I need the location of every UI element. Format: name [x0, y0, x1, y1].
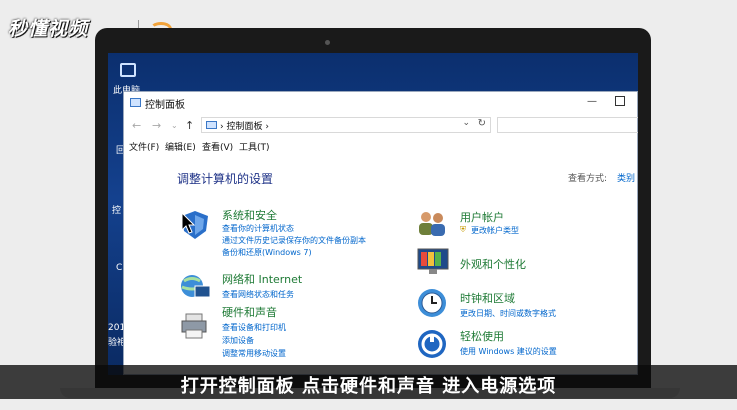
printer-icon[interactable]: [179, 310, 211, 340]
desktop-text: 控: [112, 206, 122, 216]
search-input[interactable]: [497, 117, 638, 133]
category-ease-of-access[interactable]: 轻松使用: [460, 328, 504, 344]
minimize-button[interactable]: —: [587, 96, 597, 107]
link-network-status[interactable]: 查看网络状态和任务: [222, 289, 294, 300]
menu-bar: 文件(F) 编辑(E) 查看(V) 工具(T): [124, 138, 637, 154]
subtitle-text: 打开控制面板 点击硬件和声音 进入电源选项: [180, 376, 557, 397]
category-network[interactable]: 网络和 Internet: [222, 271, 302, 287]
control-panel-icon: [130, 98, 141, 107]
link-backup-restore[interactable]: 备份和还原(Windows 7): [222, 247, 312, 258]
window-title: 控制面板: [145, 100, 185, 111]
category-user-accounts[interactable]: 用户帐户: [460, 209, 504, 225]
camera-icon: [325, 40, 330, 45]
brand-logo-text: 秒懂视频: [8, 18, 89, 40]
refresh-icon[interactable]: ↻: [478, 118, 486, 129]
uac-shield-icon: ⛨: [460, 225, 466, 234]
maximize-button[interactable]: [615, 96, 625, 106]
ease-of-access-icon[interactable]: [416, 328, 448, 360]
menu-tools[interactable]: 工具(T): [239, 140, 270, 153]
category-system-security[interactable]: 系统和安全: [222, 207, 277, 223]
desktop-text: C: [116, 263, 123, 273]
desktop-screen: 此电脑 回 控 C 201 验袍 控制面板 — ← → ⌄ ↑ › 控制面板 ›…: [108, 53, 638, 375]
menu-edit[interactable]: 编辑(E): [165, 140, 196, 153]
link-mobility-settings[interactable]: 调整常用移动设置: [222, 348, 286, 359]
view-by-label: 查看方式:: [568, 174, 608, 184]
back-icon[interactable]: ←: [132, 119, 141, 132]
link-change-account-type[interactable]: 更改帐户类型: [471, 225, 519, 236]
link-devices-printers[interactable]: 查看设备和打印机: [222, 322, 286, 333]
view-by-dropdown[interactable]: 类别: [617, 171, 635, 184]
address-path: › 控制面板 ›: [220, 122, 269, 132]
user-accounts-icon[interactable]: [416, 209, 448, 237]
link-date-time-format[interactable]: 更改日期、时间或数字格式: [460, 308, 556, 319]
control-panel-window: 控制面板 — ← → ⌄ ↑ › 控制面板 › ⌄ ↻ 文件(F) 编辑(E) …: [123, 91, 638, 375]
link-file-history[interactable]: 通过文件历史记录保存你的文件备份副本: [222, 235, 366, 246]
this-pc-icon[interactable]: [120, 63, 136, 77]
history-dropdown-icon[interactable]: ⌄: [171, 121, 178, 130]
category-hardware-sound[interactable]: 硬件和声音: [222, 304, 277, 320]
link-add-device[interactable]: 添加设备: [222, 335, 254, 346]
menu-file[interactable]: 文件(F): [129, 140, 159, 153]
category-appearance[interactable]: 外观和个性化: [460, 256, 526, 272]
chevron-down-icon[interactable]: ⌄: [462, 118, 470, 128]
address-bar[interactable]: › 控制面板 › ⌄ ↻: [201, 117, 491, 133]
link-recommended-settings[interactable]: 使用 Windows 建议的设置: [460, 346, 557, 357]
clock-globe-icon[interactable]: [416, 287, 448, 319]
up-icon[interactable]: ↑: [185, 119, 194, 132]
control-panel-icon: [206, 121, 217, 129]
network-globe-icon[interactable]: [179, 272, 211, 302]
menu-view[interactable]: 查看(V): [202, 140, 233, 153]
address-row: ← → ⌄ ↑ › 控制面板 › ⌄ ↻: [124, 115, 638, 137]
link-view-status[interactable]: 查看你的计算机状态: [222, 223, 294, 234]
category-clock-region[interactable]: 时钟和区域: [460, 290, 515, 306]
title-bar: 控制面板 —: [124, 92, 637, 114]
page-title: 调整计算机的设置: [177, 172, 274, 186]
address-crumb[interactable]: 控制面板: [226, 122, 262, 132]
appearance-monitor-icon[interactable]: [416, 247, 450, 277]
mouse-cursor-icon: [181, 212, 195, 234]
forward-icon[interactable]: →: [152, 119, 161, 132]
